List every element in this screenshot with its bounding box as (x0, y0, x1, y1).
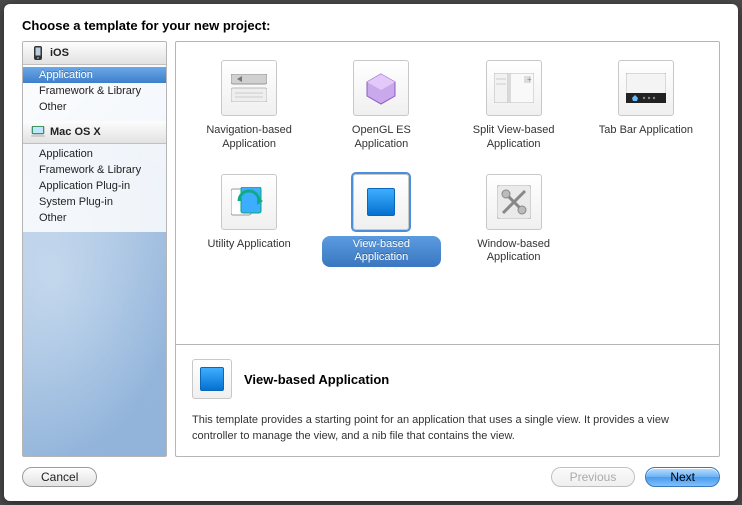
splitview-icon: + (486, 60, 542, 116)
template-opengl[interactable]: OpenGL ES Application (318, 56, 444, 158)
cancel-button[interactable]: Cancel (22, 467, 97, 487)
template-tabbar[interactable]: Tab Bar Application (583, 56, 709, 158)
navigation-icon (221, 60, 277, 116)
next-button[interactable]: Next (645, 467, 720, 487)
sidebar-section-label: Mac OS X (50, 126, 101, 138)
previous-button[interactable]: Previous (551, 467, 636, 487)
sidebar-section-ios-items: Application Framework & Library Other (23, 65, 166, 121)
template-label: Utility Application (204, 236, 295, 254)
sidebar-item-other[interactable]: Other (23, 99, 166, 115)
sheet-body: iOS Application Framework & Library Othe… (4, 41, 738, 457)
sidebar-item-app-plugin[interactable]: Application Plug-in (23, 178, 166, 194)
template-label: View-based Application (322, 236, 440, 268)
tabbar-icon (618, 60, 674, 116)
utility-icon (221, 174, 277, 230)
sidebar-section-label: iOS (50, 47, 69, 59)
sidebar-section-macosx-items: Application Framework & Library Applicat… (23, 144, 166, 232)
detail-header: View-based Application (192, 359, 703, 399)
device-icon (31, 46, 45, 60)
sidebar: iOS Application Framework & Library Othe… (22, 41, 167, 457)
sidebar-item-framework[interactable]: Framework & Library (23, 162, 166, 178)
new-project-sheet: Choose a template for your new project: … (4, 4, 738, 501)
sidebar-item-system-plugin[interactable]: System Plug-in (23, 194, 166, 210)
footer: Cancel Previous Next (4, 457, 738, 501)
template-splitview[interactable]: + Split View-based Application (451, 56, 577, 158)
view-square-icon (200, 367, 224, 391)
detail-title: View-based Application (244, 372, 389, 387)
view-icon (192, 359, 232, 399)
opengl-icon (353, 60, 409, 116)
detail-panel: View-based Application This template pro… (176, 344, 719, 456)
template-label: Tab Bar Application (595, 122, 697, 140)
sidebar-item-other[interactable]: Other (23, 210, 166, 226)
sidebar-item-framework[interactable]: Framework & Library (23, 83, 166, 99)
sheet-title: Choose a template for your new project: (4, 4, 738, 41)
sidebar-item-application[interactable]: Application (23, 146, 166, 162)
main-panel: Navigation-based Application OpenGL ES A… (175, 41, 720, 457)
view-icon (353, 174, 409, 230)
template-window-based[interactable]: Window-based Application (451, 170, 577, 272)
sidebar-section-macosx[interactable]: Mac OS X (23, 121, 166, 144)
window-icon (486, 174, 542, 230)
sidebar-section-ios[interactable]: iOS (23, 42, 166, 65)
detail-description: This template provides a starting point … (192, 413, 703, 444)
template-utility[interactable]: Utility Application (186, 170, 312, 272)
template-label: Navigation-based Application (190, 122, 308, 154)
view-square-icon (367, 188, 395, 216)
template-label: OpenGL ES Application (322, 122, 440, 154)
mac-icon (31, 125, 45, 139)
sidebar-list: iOS Application Framework & Library Othe… (23, 42, 166, 232)
svg-text:+: + (527, 75, 532, 84)
sidebar-item-application[interactable]: Application (23, 67, 166, 83)
template-grid: Navigation-based Application OpenGL ES A… (176, 42, 719, 344)
template-label: Window-based Application (455, 236, 573, 268)
template-navigation[interactable]: Navigation-based Application (186, 56, 312, 158)
template-view-based[interactable]: View-based Application (318, 170, 444, 272)
template-label: Split View-based Application (455, 122, 573, 154)
